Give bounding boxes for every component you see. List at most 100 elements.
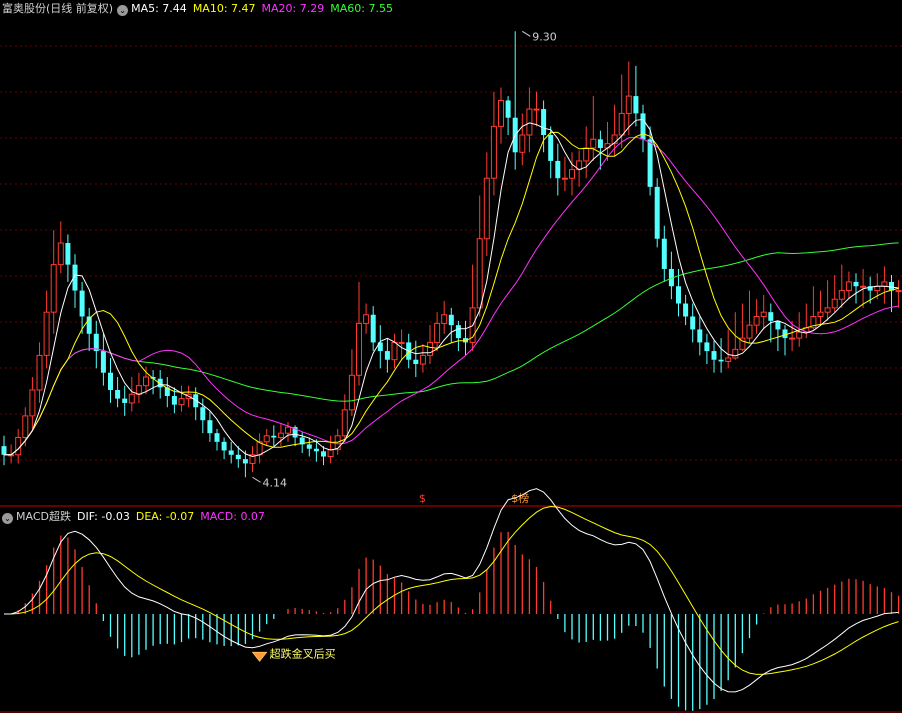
candle-body-down bbox=[65, 243, 71, 265]
candle-body-up bbox=[831, 298, 838, 309]
candle-body-up bbox=[796, 331, 803, 339]
candle-body-up bbox=[391, 341, 398, 361]
high-price-label: 9.30 bbox=[532, 30, 557, 43]
candle-body-up bbox=[363, 314, 370, 324]
candle-body-up bbox=[625, 95, 632, 114]
candle-body-up bbox=[476, 238, 483, 309]
ma10-label: MA10: 7.47 bbox=[192, 2, 256, 15]
candle-body-up bbox=[583, 147, 590, 162]
candle-body-up bbox=[789, 337, 796, 340]
candle-body-up bbox=[561, 177, 568, 180]
candle-body-down bbox=[413, 359, 419, 365]
ma20-line bbox=[4, 136, 899, 456]
candle-body-up bbox=[178, 398, 185, 406]
dea-line bbox=[4, 505, 899, 675]
candle-body-down bbox=[313, 448, 319, 452]
candle-body-down bbox=[370, 314, 376, 343]
candle-body-up bbox=[341, 409, 348, 437]
candle-body-up bbox=[732, 348, 739, 359]
candle-body-up bbox=[490, 125, 497, 179]
candle-body-up bbox=[327, 449, 334, 458]
candle-body-up bbox=[277, 432, 284, 438]
candle-body-down bbox=[384, 351, 390, 360]
candle-body-up bbox=[569, 169, 575, 179]
candle-body-down bbox=[306, 444, 312, 449]
candle-body-down bbox=[676, 286, 681, 304]
ma5-label: MA5: 7.44 bbox=[131, 2, 187, 15]
dif-label: DIF: -0.03 bbox=[76, 510, 130, 523]
candle-body-up bbox=[824, 307, 831, 313]
candle-body-up bbox=[838, 290, 845, 300]
candle-body-down bbox=[100, 351, 106, 373]
candle-body-down bbox=[207, 420, 213, 434]
candle-body-up bbox=[725, 357, 732, 362]
candle-body-up bbox=[498, 99, 504, 127]
candle-body-down bbox=[775, 320, 781, 330]
candle-body-down bbox=[79, 290, 85, 317]
candle-body-down bbox=[122, 398, 128, 403]
candle-body-down bbox=[541, 109, 547, 135]
candle-body-up bbox=[356, 322, 362, 376]
main-chart-title: 富奥股份(日线 前复权) bbox=[2, 2, 114, 15]
candle-body-down bbox=[768, 312, 774, 321]
candle-body-up bbox=[57, 242, 64, 266]
candle-body-up bbox=[753, 316, 760, 326]
candle-body-down bbox=[505, 100, 511, 118]
candle-body-down bbox=[200, 407, 206, 421]
candle-body-up bbox=[533, 108, 540, 111]
candle-body-up bbox=[22, 415, 29, 438]
candle-body-down bbox=[555, 160, 561, 179]
candle-body-up bbox=[746, 324, 753, 339]
candle-body-down bbox=[228, 450, 234, 455]
candle-body-up bbox=[128, 393, 135, 404]
candle-body-down bbox=[455, 325, 461, 339]
price-annotation-pointer bbox=[522, 30, 531, 37]
candle-body-down bbox=[654, 186, 660, 239]
ma5-line bbox=[4, 118, 899, 458]
signal-marker: $ bbox=[419, 492, 426, 505]
candle-body-up bbox=[441, 314, 448, 324]
stock-chart[interactable]: 9.304.14$ $榜超跌金叉后买 bbox=[0, 0, 902, 713]
candle-body-down bbox=[690, 316, 696, 330]
candle-body-down bbox=[214, 433, 220, 442]
candle-body-up bbox=[434, 322, 441, 343]
candle-body-up bbox=[43, 311, 50, 356]
candle-body-up bbox=[29, 389, 36, 417]
candle-body-up bbox=[845, 281, 852, 292]
ma10-line bbox=[4, 131, 899, 456]
candle-body-down bbox=[115, 389, 121, 399]
chevron-down-icon[interactable]: ⌄ bbox=[117, 5, 129, 16]
candle-body-down bbox=[1, 446, 7, 455]
candle-body-down bbox=[661, 238, 667, 269]
candle-body-up bbox=[419, 354, 426, 365]
candle-body-up bbox=[519, 134, 526, 153]
candle-body-up bbox=[348, 374, 355, 411]
candle-body-down bbox=[704, 342, 710, 352]
candle-body-up bbox=[860, 285, 867, 288]
candle-body-down bbox=[683, 303, 689, 317]
dea-label: DEA: -0.07 bbox=[135, 510, 195, 523]
candle-body-up bbox=[135, 385, 142, 395]
candle-body-up bbox=[263, 435, 270, 443]
candle-body-up bbox=[817, 311, 824, 317]
ma20-label: MA20: 7.29 bbox=[261, 2, 325, 15]
candle-body-down bbox=[597, 139, 603, 148]
candle-body-down bbox=[633, 96, 639, 114]
candle-body-down bbox=[718, 359, 724, 362]
candle-body-up bbox=[618, 112, 625, 136]
low-price-label: 4.14 bbox=[263, 476, 288, 489]
candle-body-down bbox=[853, 281, 859, 287]
candle-body-down bbox=[221, 441, 227, 451]
chevron-down-icon[interactable]: ⌄ bbox=[2, 513, 13, 524]
candle-body-down bbox=[171, 396, 177, 405]
candle-body-up bbox=[427, 341, 433, 356]
sub-chart-legend: ⌄ MACD超跌 DIF: -0.03 DEA: -0.07 MACD: 0.07 bbox=[2, 508, 265, 524]
candle-body-up bbox=[15, 437, 22, 456]
candle-body-down bbox=[448, 314, 454, 326]
ma60-line bbox=[4, 242, 899, 456]
candle-body-up bbox=[590, 138, 597, 149]
main-chart-legend: 富奥股份(日线 前复权) ⌄ MA5: 7.44 MA10: 7.47 MA20: 7.… bbox=[2, 0, 393, 16]
candle-body-up bbox=[895, 290, 902, 293]
candle-body-down bbox=[711, 351, 717, 360]
candle-body-down bbox=[321, 451, 326, 457]
